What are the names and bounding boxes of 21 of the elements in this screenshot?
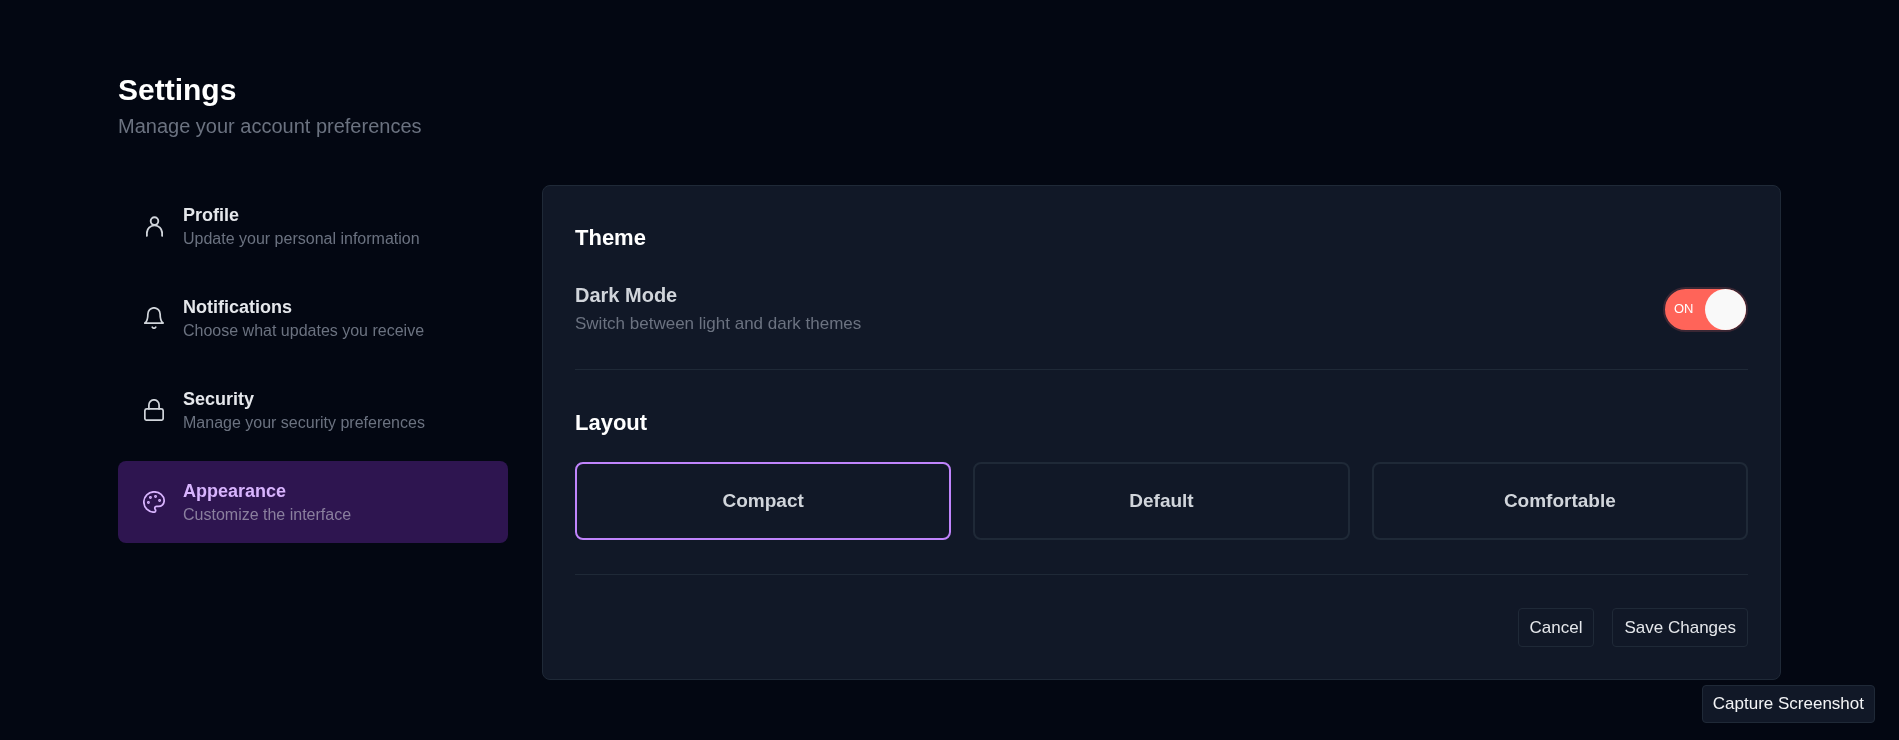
layout-option[interactable]: Compact <box>575 462 952 540</box>
sidebar-item[interactable]: Security Manage your security preferences <box>118 369 508 451</box>
page-subtitle: Manage your account preferences <box>118 114 422 139</box>
palette-icon <box>143 491 165 513</box>
save-changes-button[interactable]: Save Changes <box>1612 608 1748 647</box>
capture-screenshot-button[interactable]: Capture Screenshot <box>1701 685 1875 723</box>
sidebar-item[interactable]: Appearance Customize the interface <box>118 461 508 543</box>
toggle-knob <box>1705 288 1746 330</box>
sidebar-item[interactable]: Notifications Choose what updates you receive <box>118 277 508 359</box>
bell-icon <box>144 307 164 329</box>
page-title: Settings <box>118 72 237 108</box>
cancel-button[interactable]: Cancel <box>1517 608 1595 647</box>
section-heading: Layout <box>575 409 648 437</box>
sidebar-item[interactable]: Profile Update your personal information <box>118 185 508 267</box>
section-heading: Theme <box>575 224 646 252</box>
lock-icon <box>144 399 164 421</box>
setting-label: Dark Mode <box>575 283 678 308</box>
layout-option[interactable]: Comfortable <box>1371 462 1748 540</box>
setting-description: Switch between light and dark themes <box>575 313 862 335</box>
layout-option[interactable]: Default <box>973 462 1350 540</box>
person-icon <box>145 215 163 237</box>
